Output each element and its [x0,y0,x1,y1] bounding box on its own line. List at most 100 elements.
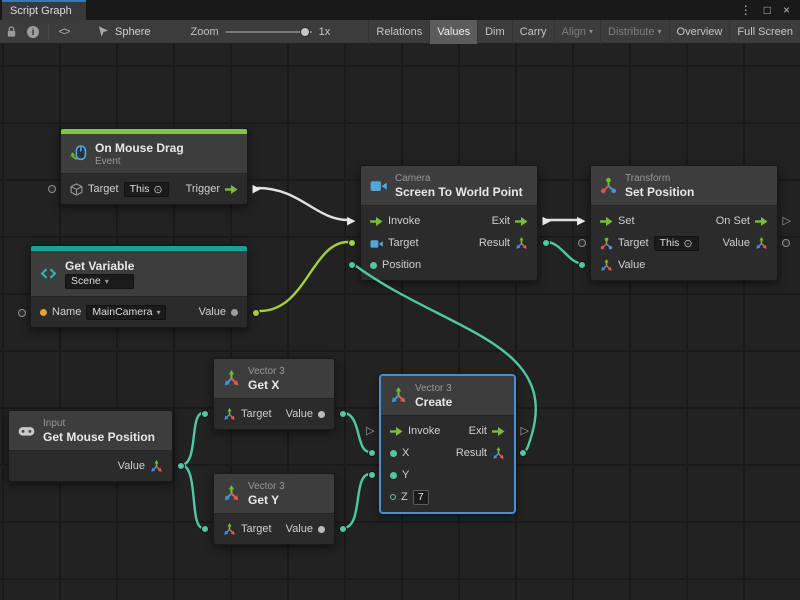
distribute-button[interactable]: Distribute ▾ [600,20,668,44]
position-input-port[interactable] [348,261,356,269]
dim-button[interactable]: Dim [477,20,512,44]
values-button[interactable]: Values [429,20,477,44]
fullscreen-button[interactable]: Full Screen [729,20,800,44]
vector3-port-dot[interactable] [370,262,377,269]
variable-name-dropdown[interactable]: MainCamera ▾ [86,305,166,320]
float-port-dot[interactable] [390,472,397,479]
tab-menu-icon[interactable]: ⋮ [740,4,752,16]
distribute-label: Distribute [608,26,654,38]
float-port-dot[interactable] [390,494,396,500]
on-set-output-port[interactable]: ▷ [783,216,791,227]
transform-icon [600,177,617,194]
vector3-icon [223,485,240,502]
node-set-position[interactable]: Transform Set Position Set On Set Target [590,165,778,281]
tab-script-graph[interactable]: Script Graph [2,0,86,20]
node-get-variable[interactable]: Get Variable Scene ▾ Name MainCamera ▾ [30,245,248,328]
port-row: Invoke Exit [361,210,537,232]
port-row: Position [361,254,537,276]
value-input-label: Value [618,259,645,271]
target-input-port[interactable] [201,410,209,418]
node-vector3-create[interactable]: Vector 3 Create Invoke Exit X [380,375,515,513]
exit-output-port[interactable]: ▷ [521,426,529,437]
wire-mouse-to-gety [181,465,203,528]
lock-icon[interactable] [0,20,22,44]
y-port-label: Y [402,469,409,481]
float-port-dot[interactable] [390,450,397,457]
node-header[interactable]: Vector 3 Get Y [214,474,334,514]
code-view-icon[interactable]: <> [53,20,75,44]
node-title: Get Mouse Position [43,430,155,444]
info-icon-glyph: i [27,26,39,38]
x-input-port[interactable] [368,449,376,457]
unity-script-graph-window: Script Graph ⋮ □ × i <> Sphere Zoom 1x R… [0,0,800,600]
exit-output-port[interactable]: ▶ [543,216,551,227]
float-port-dot[interactable] [318,411,325,418]
target-port-label: Target [388,237,419,249]
node-get-y[interactable]: Vector 3 Get Y Target Value [213,473,335,545]
value-output-port[interactable] [782,239,790,247]
target-input-port[interactable] [348,239,356,247]
graph-target[interactable]: Sphere [97,25,150,38]
float-port-dot[interactable] [318,526,325,533]
node-title: Set Position [625,185,694,199]
node-get-mouse-position[interactable]: Input Get Mouse Position Value [8,410,173,482]
result-output-port[interactable] [542,239,550,247]
node-screen-to-world-point[interactable]: Camera Screen To World Point Invoke Exit… [360,165,538,281]
name-input-port[interactable] [18,309,26,317]
target-this-chip[interactable]: This ⊙ [124,182,169,197]
node-on-mouse-drag[interactable]: On Mouse Drag Event Target This ⊙ Trigge… [60,128,248,205]
graph-canvas[interactable]: On Mouse Drag Event Target This ⊙ Trigge… [0,44,800,600]
port-row: Target This ⊙ Value [591,232,777,254]
object-port-dot[interactable] [231,309,238,316]
value-output-port[interactable] [339,410,347,418]
value-input-port[interactable] [578,261,586,269]
vector3-icon [223,370,240,387]
relations-button[interactable]: Relations [368,20,429,44]
port-row: Y [381,464,514,486]
exec-output-icon [492,426,505,437]
exec-output-icon [515,216,528,227]
carry-button[interactable]: Carry [512,20,554,44]
target-this-chip[interactable]: This ⊙ [654,236,699,251]
node-header[interactable]: Transform Set Position [591,166,777,206]
z-input[interactable] [413,490,429,505]
node-category: Vector 3 [248,366,285,377]
wire-gety-to-y [343,474,370,528]
target-port-label: Target [88,183,119,195]
target-input-port[interactable] [48,185,56,193]
target-input-port[interactable] [578,239,586,247]
invoke-input-port[interactable]: ▷ [366,426,374,437]
object-picker-icon[interactable]: ⊙ [683,237,692,250]
variable-scope-dropdown[interactable]: Scene ▾ [65,274,134,289]
y-input-port[interactable] [368,471,376,479]
target-input-port[interactable] [201,525,209,533]
result-output-port[interactable] [519,449,527,457]
info-icon[interactable]: i [22,20,44,44]
node-get-x[interactable]: Vector 3 Get X Target Value [213,358,335,430]
node-header[interactable]: Input Get Mouse Position [9,411,172,451]
port-row: Invoke Exit [381,420,514,442]
set-input-port[interactable]: ▶ [577,216,585,227]
node-header[interactable]: Vector 3 Get X [214,359,334,399]
zoom-label: Zoom [190,26,218,38]
node-header[interactable]: Get Variable Scene ▾ [31,251,247,297]
zoom-slider-thumb[interactable] [300,27,310,37]
invoke-input-port[interactable]: ▶ [347,216,355,227]
node-header[interactable]: Vector 3 Create [381,376,514,416]
zoom-slider[interactable] [226,31,312,33]
overview-button[interactable]: Overview [669,20,730,44]
trigger-output-port[interactable]: ▶ [253,184,261,195]
value-output-port[interactable] [177,462,185,470]
tab-title: Script Graph [10,5,72,17]
close-icon[interactable]: × [783,4,790,16]
maximize-icon[interactable]: □ [764,4,771,16]
window-controls: ⋮ □ × [740,0,800,20]
node-header[interactable]: On Mouse Drag Event [61,134,247,174]
string-port-dot[interactable] [40,309,47,316]
align-button[interactable]: Align ▾ [554,20,600,44]
object-picker-icon[interactable]: ⊙ [153,183,162,196]
node-header[interactable]: Camera Screen To World Point [361,166,537,206]
value-output-port[interactable] [339,525,347,533]
value-output-port[interactable] [252,309,260,317]
vector3-port-icon [600,259,613,272]
